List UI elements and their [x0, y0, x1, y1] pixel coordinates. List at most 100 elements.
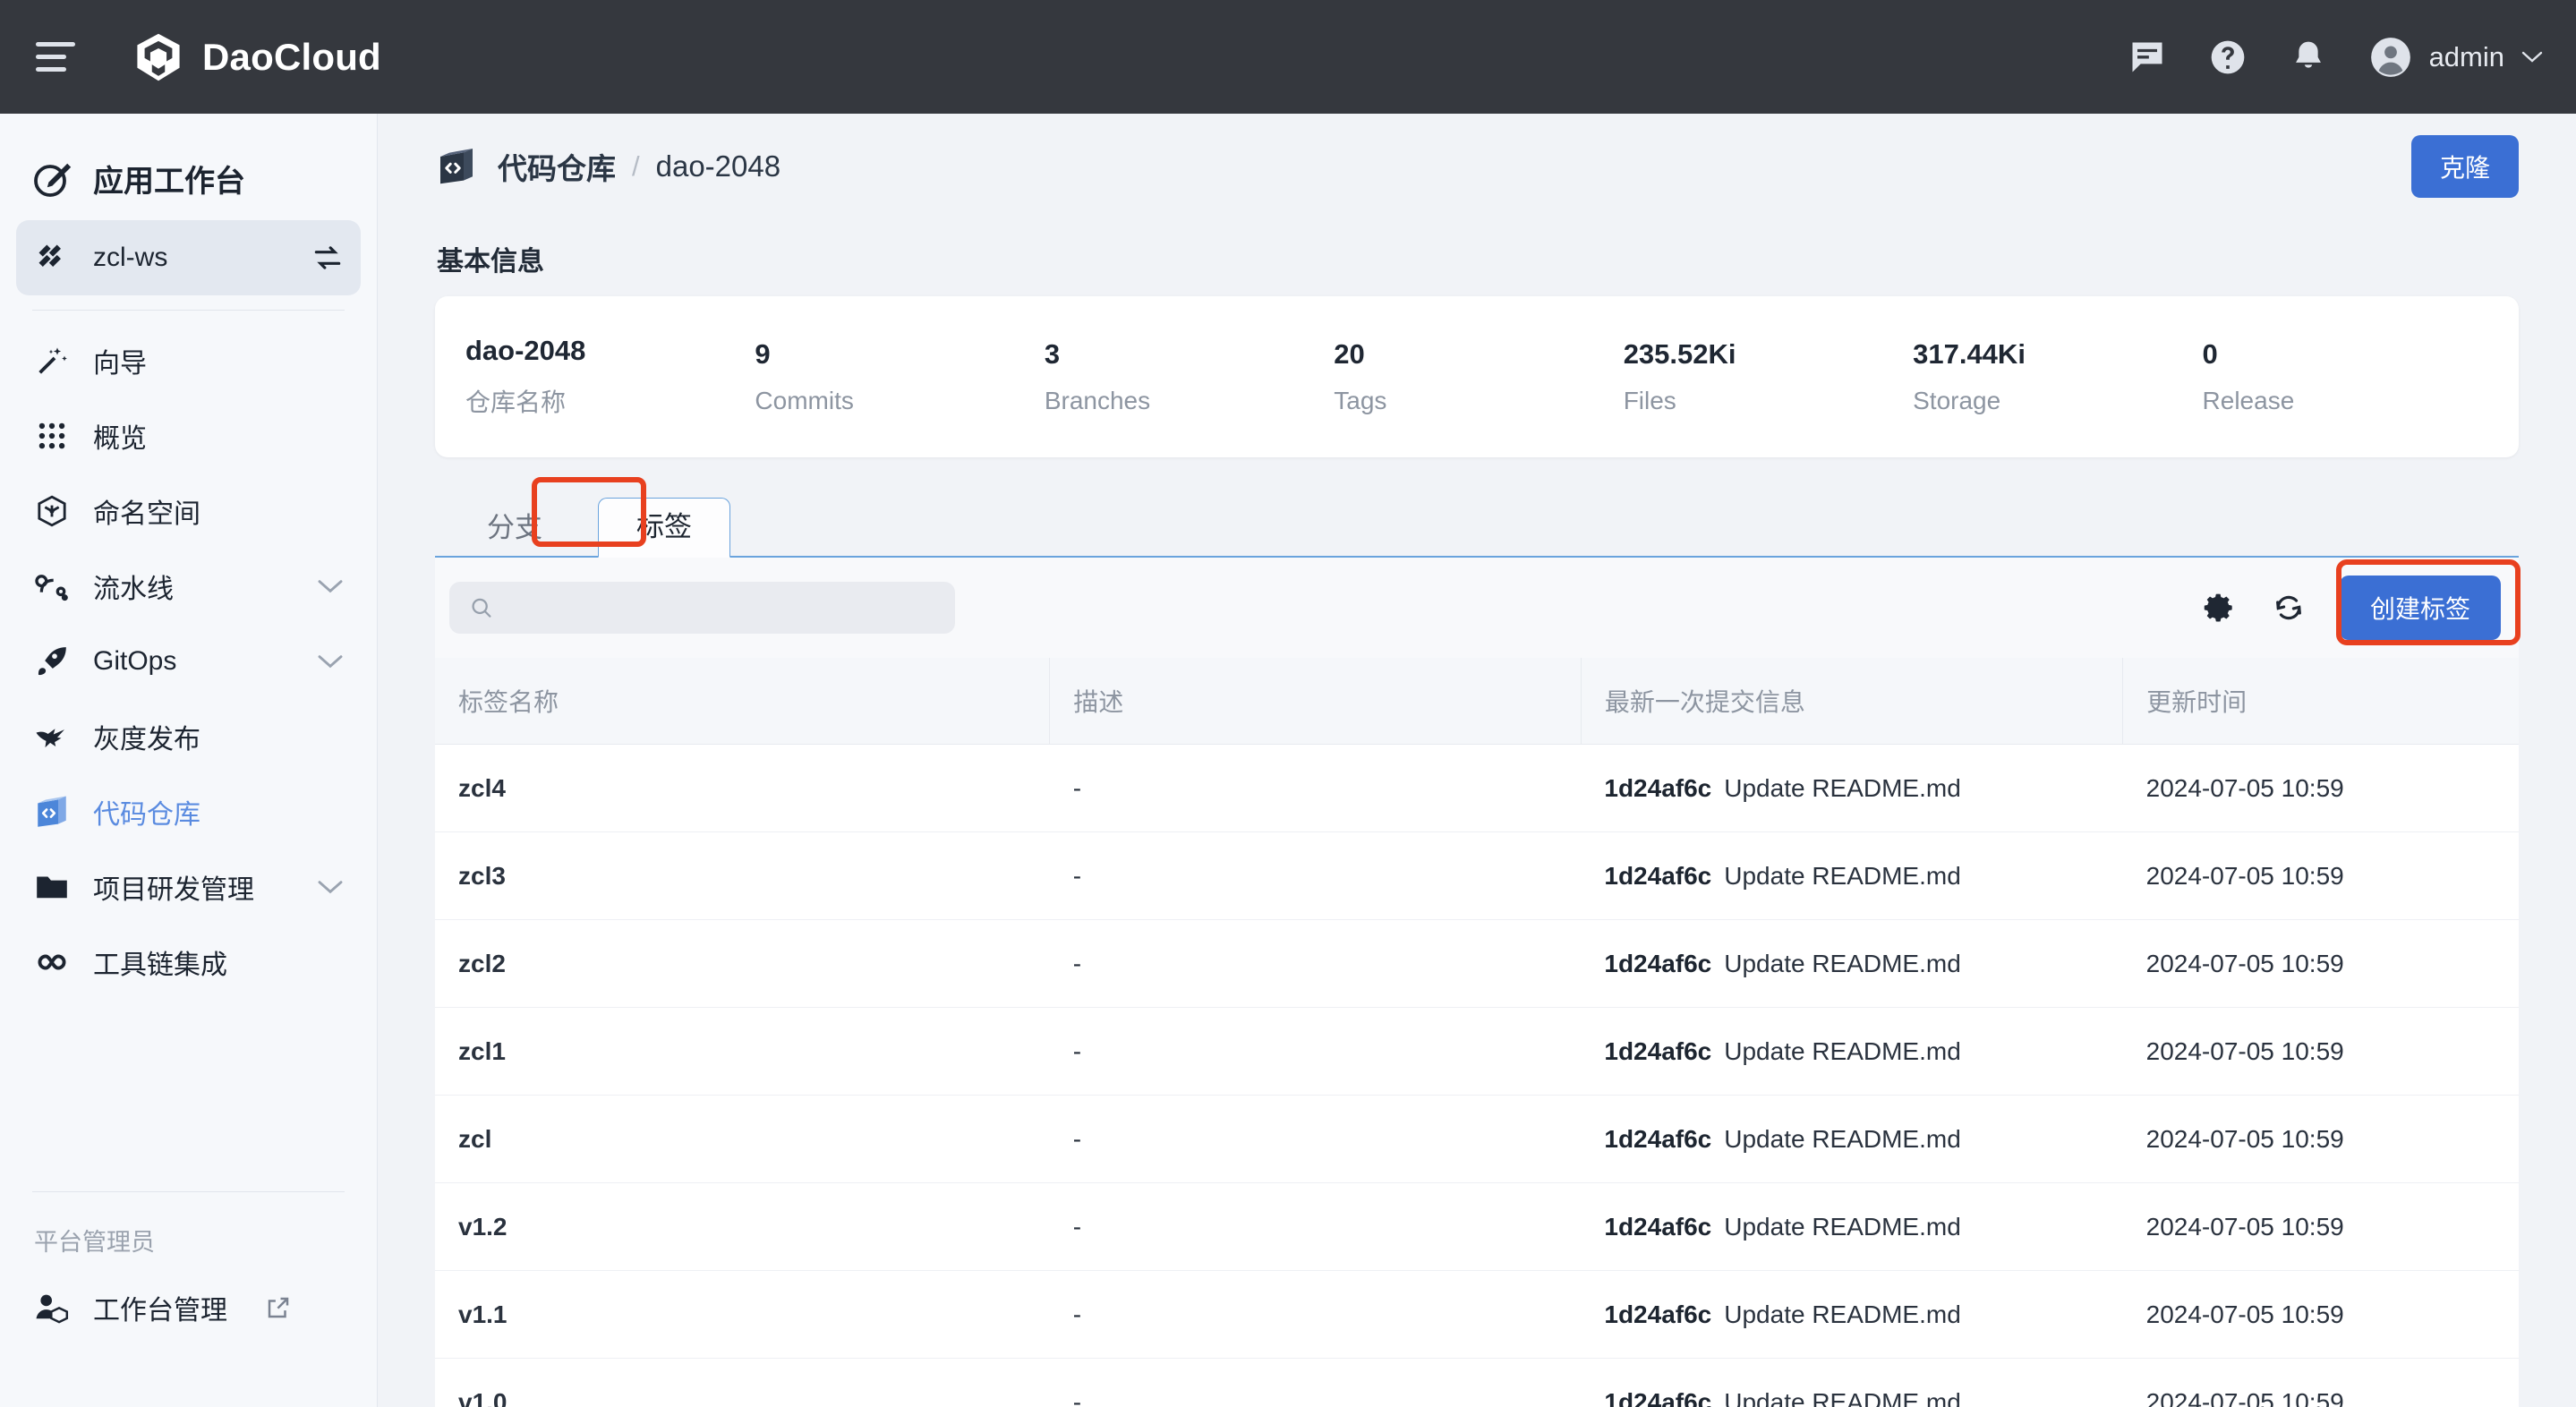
sidebar-item-pipeline[interactable]: 流水线 — [16, 549, 361, 624]
top-bar: DaoCloud admin — [0, 0, 2576, 114]
workbench-title-text: 应用工作台 — [93, 157, 245, 200]
bell-icon[interactable] — [2288, 37, 2329, 78]
tab-tags[interactable]: 标签 — [598, 498, 730, 558]
table-row[interactable]: zcl - 1d24af6cUpdate README.md 2024-07-0… — [435, 1096, 2519, 1183]
column-header-description[interactable]: 描述 — [1050, 658, 1582, 745]
commit-sha[interactable]: 1d24af6c — [1604, 1037, 1711, 1065]
cell-latest-commit: 1d24af6c Update README.md — [1581, 1096, 2122, 1183]
sidebar-item-toolchain[interactable]: 工具链集成 — [16, 925, 361, 1000]
commit-sha[interactable]: 1d24af6c — [1604, 1213, 1711, 1241]
tabs-underline — [435, 556, 2519, 558]
external-link-icon[interactable] — [265, 1294, 292, 1321]
cell-latest-commit: 1d24af6cUpdate README.md — [1581, 1008, 2122, 1096]
code-repo-icon — [32, 792, 72, 831]
chevron-down-icon[interactable] — [2521, 51, 2544, 64]
cell-latest-commit: 1d24af6cUpdate README.md — [1581, 920, 2122, 1008]
stat-label: Tags — [1334, 387, 1621, 415]
basic-info-card: dao-2048 仓库名称 9 Commits 3 Branches 20 Ta… — [435, 296, 2519, 457]
help-icon[interactable] — [2207, 37, 2248, 78]
cell-description: - — [1050, 920, 1582, 1008]
commit-sha[interactable]: 1d24af6c — [1604, 774, 1711, 802]
user-menu[interactable]: admin — [2368, 35, 2544, 80]
sidebar-item-label: 代码仓库 — [93, 792, 200, 831]
chevron-down-icon[interactable] — [316, 652, 345, 670]
table-body: zcl4 - 1d24af6cUpdate README.md 2024-07-… — [435, 745, 2519, 1407]
user-name: admin — [2429, 41, 2504, 73]
hamburger-icon[interactable] — [36, 32, 86, 82]
tabs-bar: 分支 标签 — [435, 488, 2519, 558]
column-header-updated-at[interactable]: 更新时间 — [2123, 658, 2519, 745]
stat-commits: 9 Commits — [753, 338, 1042, 415]
cell-description: - — [1050, 832, 1582, 920]
table-row[interactable]: zcl3 - 1d24af6cUpdate README.md 2024-07-… — [435, 832, 2519, 920]
cell-updated-at: 2024-07-05 10:59 — [2123, 1359, 2519, 1407]
basic-info-title: 基本信息 — [437, 239, 2519, 278]
sidebar-item-gitops[interactable]: GitOps — [16, 624, 361, 699]
sidebar-item-canary-release[interactable]: 灰度发布 — [16, 699, 361, 774]
commit-sha[interactable]: 1d24af6c — [1604, 1125, 1711, 1153]
sidebar-workspace-label: zcl-ws — [93, 243, 167, 273]
chevron-down-icon[interactable] — [316, 577, 345, 595]
table-row[interactable]: v1.1 - 1d24af6cUpdate README.md 2024-07-… — [435, 1271, 2519, 1359]
cell-description: - — [1050, 1183, 1582, 1271]
grid-icon — [32, 416, 72, 456]
switch-icon[interactable] — [311, 241, 345, 275]
cell-updated-at: 2024-07-05 10:59 — [2123, 1183, 2519, 1271]
sidebar-item-namespace[interactable]: 命名空间 — [16, 473, 361, 549]
commit-message: Update README.md — [1724, 1125, 1961, 1153]
sidebar-item-guide[interactable]: 向导 — [16, 323, 361, 398]
sidebar-item-project-management[interactable]: 项目研发管理 — [16, 849, 361, 925]
sidebar-item-workbench-admin[interactable]: 工作台管理 — [16, 1270, 361, 1345]
refresh-icon[interactable] — [2270, 589, 2307, 627]
sidebar-item-label: 项目研发管理 — [93, 867, 254, 907]
table-row[interactable]: v1.2 - 1d24af6cUpdate README.md 2024-07-… — [435, 1183, 2519, 1271]
tab-branches[interactable]: 分支 — [449, 499, 580, 558]
commit-sha[interactable]: 1d24af6c — [1604, 950, 1711, 977]
search-input[interactable] — [508, 594, 936, 622]
chevron-down-icon[interactable] — [316, 878, 345, 896]
table-row[interactable]: v1.0 - 1d24af6cUpdate README.md 2024-07-… — [435, 1359, 2519, 1407]
table-header-row: 标签名称 描述 最新一次提交信息 更新时间 — [435, 658, 2519, 745]
brand[interactable]: DaoCloud — [132, 31, 381, 83]
sidebar-footer-divider — [32, 1191, 345, 1192]
cell-tag-name: zcl3 — [435, 832, 1050, 920]
stat-branches: 3 Branches — [1043, 338, 1332, 415]
sidebar-item-overview[interactable]: 概览 — [16, 398, 361, 473]
cell-updated-at: 2024-07-05 10:59 — [2123, 745, 2519, 832]
sidebar-item-code-repo[interactable]: 代码仓库 — [16, 774, 361, 849]
top-bar-actions: admin — [2127, 35, 2544, 80]
table-row[interactable]: zcl2 - 1d24af6cUpdate README.md 2024-07-… — [435, 920, 2519, 1008]
commit-message: Update README.md — [1724, 1300, 1961, 1328]
cell-updated-at: 2024-07-05 10:59 — [2123, 1096, 2519, 1183]
main-content: 代码仓库 / dao-2048 克隆 基本信息 dao-2048 仓库名称 9 … — [378, 114, 2576, 1407]
sidebar-workspace-selector[interactable]: zcl-ws — [16, 220, 361, 295]
commit-sha[interactable]: 1d24af6c — [1604, 1300, 1711, 1328]
column-header-tag-name[interactable]: 标签名称 — [435, 658, 1050, 745]
stat-label: Release — [2203, 387, 2490, 415]
cell-updated-at: 2024-07-05 10:59 — [2123, 1271, 2519, 1359]
cube-icon — [32, 491, 72, 531]
stat-repo-name: dao-2048 仓库名称 — [464, 335, 753, 419]
stat-release: 0 Release — [2201, 338, 2490, 415]
search-box[interactable] — [449, 582, 955, 634]
sidebar-item-label: 工具链集成 — [93, 942, 227, 982]
stat-value: 235.52Ki — [1624, 338, 1911, 371]
cell-updated-at: 2024-07-05 10:59 — [2123, 832, 2519, 920]
table-row[interactable]: zcl4 - 1d24af6cUpdate README.md 2024-07-… — [435, 745, 2519, 832]
commit-message: Update README.md — [1724, 774, 1961, 802]
clone-button[interactable]: 克隆 — [2411, 135, 2519, 198]
stat-files: 235.52Ki Files — [1622, 338, 1911, 415]
table-row[interactable]: zcl1 - 1d24af6cUpdate README.md 2024-07-… — [435, 1008, 2519, 1096]
stat-value: 0 — [2203, 338, 2490, 371]
column-header-latest-commit[interactable]: 最新一次提交信息 — [1581, 658, 2122, 745]
create-tag-button[interactable]: 创建标签 — [2340, 576, 2501, 640]
breadcrumb-parent[interactable]: 代码仓库 — [498, 145, 616, 188]
gear-icon[interactable] — [2200, 589, 2238, 627]
toolbar-actions: 创建标签 — [2200, 576, 2504, 640]
commit-sha[interactable]: 1d24af6c — [1604, 862, 1711, 890]
commit-sha[interactable]: 1d24af6c — [1604, 1388, 1711, 1407]
sidebar-item-label: 灰度发布 — [93, 717, 200, 756]
message-icon[interactable] — [2127, 37, 2168, 78]
workbench-icon — [30, 158, 73, 200]
folder-icon — [32, 867, 72, 907]
